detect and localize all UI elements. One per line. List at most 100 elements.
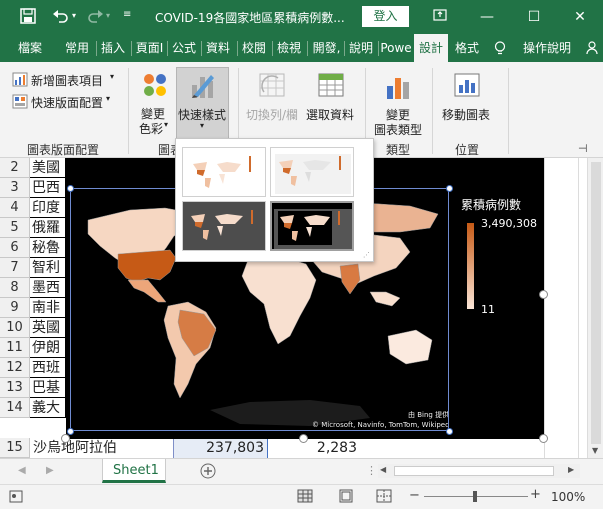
bing-credit: 由 Bing 提供 bbox=[408, 411, 449, 419]
row-header[interactable]: 10 bbox=[0, 318, 30, 338]
tab-file[interactable]: 檔案 bbox=[14, 34, 46, 62]
zoom-slider-thumb[interactable] bbox=[473, 491, 477, 502]
tab-view[interactable]: 檢視 bbox=[274, 34, 304, 62]
cell-deaths[interactable]: 2,283 bbox=[268, 438, 360, 458]
tab-data[interactable]: 資料 bbox=[203, 34, 233, 62]
row-header[interactable]: 2 bbox=[0, 158, 30, 178]
change-chart-type-button[interactable]: 變更 圖表類型 bbox=[370, 70, 428, 137]
style-option-1[interactable] bbox=[182, 147, 266, 197]
scroll-left-icon[interactable]: ◀ bbox=[380, 465, 386, 474]
undo-icon[interactable] bbox=[52, 8, 70, 24]
quick-styles-button[interactable]: 快速樣式 ▾ bbox=[176, 67, 229, 139]
row-header[interactable]: 6 bbox=[0, 238, 30, 258]
row-header[interactable]: 4 bbox=[0, 198, 30, 218]
resize-handle[interactable] bbox=[539, 434, 548, 443]
page-break-view-icon[interactable] bbox=[376, 489, 392, 506]
horizontal-scrollbar[interactable]: ◀ ▶ bbox=[378, 464, 580, 478]
cell-country[interactable]: 沙烏地阿拉伯 bbox=[30, 438, 173, 458]
row-header[interactable]: 11 bbox=[0, 338, 30, 358]
region-usa bbox=[117, 249, 177, 283]
add-sheet-icon[interactable] bbox=[200, 463, 216, 482]
scroll-down-icon[interactable]: ▼ bbox=[592, 446, 598, 455]
tab-design[interactable]: 設計 bbox=[414, 34, 448, 62]
cell-country[interactable]: 伊朗 bbox=[30, 338, 66, 358]
minimize-icon[interactable]: — bbox=[475, 6, 499, 28]
quick-layout-button[interactable]: 快速版面配置 ▾ bbox=[10, 93, 120, 111]
style-option-3[interactable] bbox=[182, 201, 266, 251]
region-mexico bbox=[127, 279, 167, 303]
normal-view-icon[interactable] bbox=[297, 489, 313, 506]
zoom-out-icon[interactable]: − bbox=[409, 488, 420, 503]
resize-handle[interactable] bbox=[61, 434, 70, 443]
zoom-slider[interactable] bbox=[424, 491, 528, 502]
cell-country[interactable]: 俄羅 bbox=[30, 218, 66, 238]
tab-power[interactable]: Powe bbox=[380, 34, 412, 62]
resize-handle[interactable] bbox=[446, 428, 453, 435]
row-header[interactable]: 8 bbox=[0, 278, 30, 298]
style-option-2[interactable] bbox=[270, 147, 354, 197]
resize-handle[interactable] bbox=[539, 290, 548, 299]
cell-country[interactable]: 英國 bbox=[30, 318, 66, 338]
cell-country[interactable]: 秘魯 bbox=[30, 238, 66, 258]
scroll-tabs-right-icon[interactable]: ▶ bbox=[46, 465, 54, 476]
maximize-icon[interactable]: ☐ bbox=[522, 6, 546, 28]
row-header[interactable]: 9 bbox=[0, 298, 30, 318]
gallery-resize-grip-icon[interactable]: ⋰ bbox=[363, 251, 370, 259]
tab-formulas[interactable]: 公式 bbox=[169, 34, 199, 62]
style-option-4-selected[interactable] bbox=[270, 201, 354, 251]
tab-format[interactable]: 格式 bbox=[450, 34, 484, 62]
cell-country[interactable]: 印度 bbox=[30, 198, 66, 218]
row-header[interactable]: 12 bbox=[0, 358, 30, 378]
collapse-ribbon-icon[interactable]: ⊣ bbox=[578, 142, 588, 155]
scroll-right-icon[interactable]: ▶ bbox=[568, 465, 574, 474]
row-header[interactable]: 7 bbox=[0, 258, 30, 278]
cell-country[interactable]: 美國 bbox=[30, 158, 66, 178]
undo-dropdown-icon[interactable]: ▾ bbox=[72, 11, 76, 20]
tab-developer[interactable]: 開發, bbox=[309, 34, 344, 62]
row-header[interactable]: 5 bbox=[0, 218, 30, 238]
ribbon-display-options-icon[interactable] bbox=[428, 6, 452, 28]
cell-cases[interactable]: 237,803 bbox=[173, 438, 268, 458]
zoom-level[interactable]: 100% bbox=[551, 490, 585, 504]
row-header[interactable]: 14 bbox=[0, 398, 30, 418]
row-header[interactable]: 13 bbox=[0, 378, 30, 398]
cell-country[interactable]: 智利 bbox=[30, 258, 66, 278]
resize-handle[interactable] bbox=[67, 185, 74, 192]
tab-page-layout[interactable]: 頁面I bbox=[133, 34, 166, 62]
tab-home[interactable]: 常用 bbox=[62, 34, 92, 62]
login-button[interactable]: 登入 bbox=[362, 6, 409, 27]
page-layout-view-icon[interactable] bbox=[338, 489, 354, 506]
cell-country[interactable]: 西班 bbox=[30, 358, 66, 378]
share-icon[interactable] bbox=[586, 41, 598, 58]
move-chart-button[interactable]: 移動圖表 bbox=[438, 70, 496, 130]
vertical-scrollbar[interactable]: ▼ bbox=[587, 158, 603, 458]
cell-country[interactable]: 南非 bbox=[30, 298, 66, 318]
customize-qat-icon[interactable]: ≡ bbox=[123, 9, 131, 20]
zoom-in-icon[interactable]: + bbox=[530, 487, 541, 502]
cell-country[interactable]: 義大 bbox=[30, 398, 66, 418]
redo-icon bbox=[86, 8, 104, 24]
cell-country[interactable]: 巴基 bbox=[30, 378, 66, 398]
change-colors-button[interactable]: 變更 色彩 ▾ bbox=[133, 68, 175, 138]
tab-review[interactable]: 校閱 bbox=[239, 34, 269, 62]
tell-me-search[interactable]: 操作說明 bbox=[518, 34, 576, 62]
cell-country[interactable]: 墨西 bbox=[30, 278, 66, 298]
save-icon[interactable] bbox=[20, 8, 36, 24]
select-data-button[interactable]: 選取資料 bbox=[304, 70, 362, 130]
tab-split-handle-icon[interactable]: ⋮ bbox=[366, 464, 377, 477]
sheet-tab-sheet1[interactable]: Sheet1 bbox=[102, 459, 166, 483]
macro-record-icon[interactable] bbox=[9, 490, 23, 506]
tab-insert[interactable]: 插入 bbox=[98, 34, 128, 62]
add-chart-element-button[interactable]: 新增圖表項目 ▾ bbox=[10, 71, 120, 89]
row-header[interactable]: 15 bbox=[0, 438, 30, 458]
resize-handle[interactable] bbox=[299, 434, 308, 443]
close-icon[interactable]: ✕ bbox=[568, 6, 592, 28]
scrollbar-thumb[interactable] bbox=[394, 466, 554, 476]
tab-help[interactable]: 說明 bbox=[346, 34, 376, 62]
row-header[interactable]: 3 bbox=[0, 178, 30, 198]
chart-legend[interactable]: 累積病例數 3,490,308 11 bbox=[449, 188, 544, 439]
cell-country[interactable]: 巴西 bbox=[30, 178, 66, 198]
resize-handle[interactable] bbox=[446, 185, 453, 192]
scrollbar-thumb[interactable] bbox=[591, 162, 601, 444]
scroll-tabs-left-icon[interactable]: ◀ bbox=[18, 465, 26, 476]
